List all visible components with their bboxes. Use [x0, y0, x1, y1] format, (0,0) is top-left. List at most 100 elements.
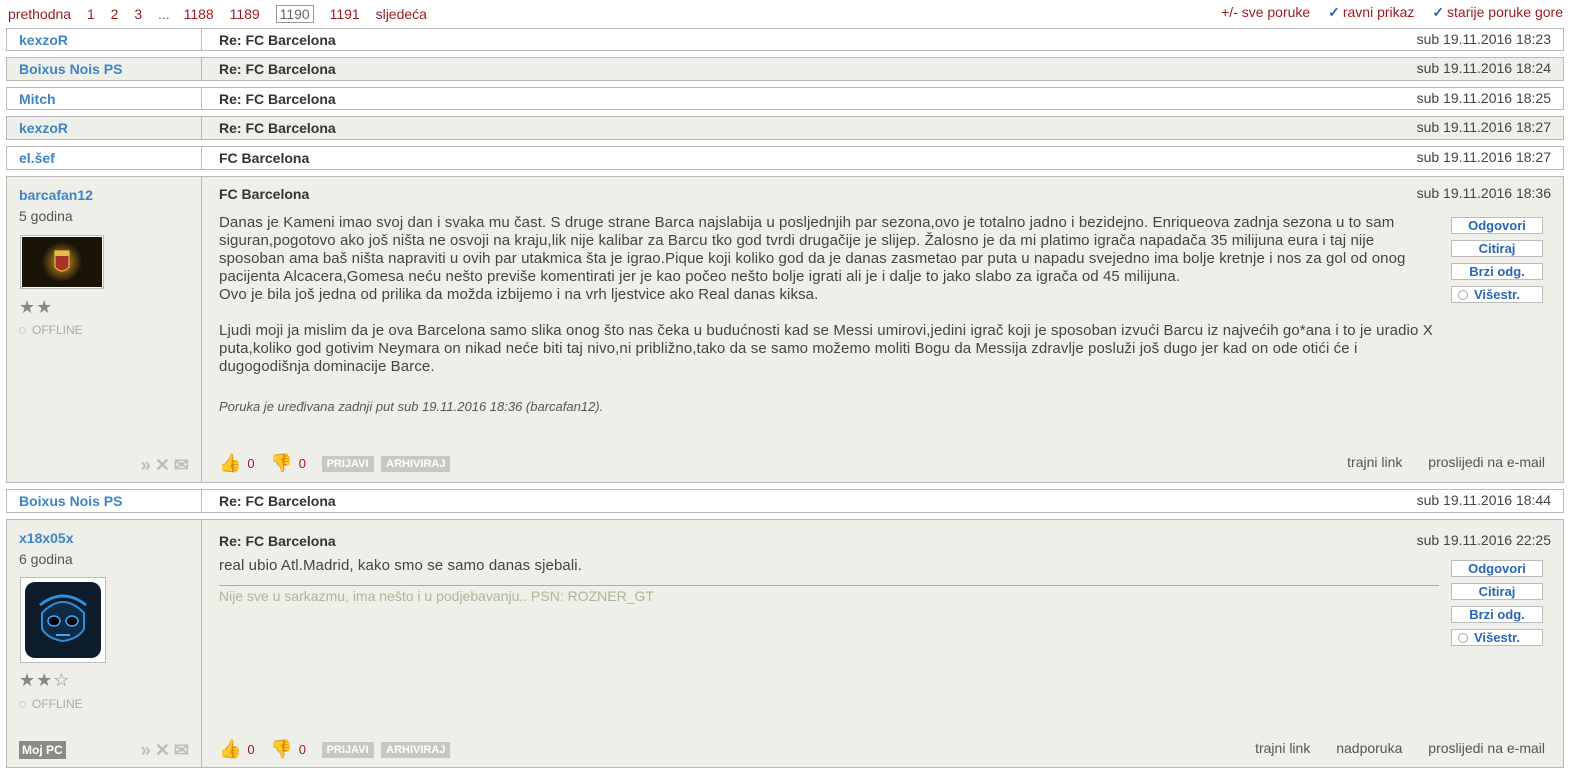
post-actions: 👍 0 👎 0 PRIJAVI ARHIVIRAJ [219, 453, 454, 474]
report-button[interactable]: PRIJAVI [321, 455, 374, 472]
avatar[interactable] [20, 235, 104, 289]
post-links: trajni link proslijedi na e-mail [1325, 454, 1545, 470]
online-status: OFFLINE [19, 323, 83, 337]
pagination-ellipsis: ... [158, 6, 170, 22]
dislike-count: 0 [298, 742, 306, 757]
post-buttons: Odgovori Citiraj Brzi odg. Višestr. [1451, 560, 1543, 652]
pagination: prethodna 1 2 3 ... 1188 1189 1190 1191 … [8, 5, 439, 23]
edit-note: Poruka je uređivana zadnji put sub 19.11… [219, 399, 604, 414]
thumbs-up-icon[interactable]: 👍 [219, 739, 241, 760]
row-date: sub 19.11.2016 18:27 [1416, 149, 1551, 165]
quick-reply-button[interactable]: Brzi odg. [1451, 263, 1543, 280]
row-username[interactable]: Mitch [7, 88, 202, 109]
quick-reply-button[interactable]: Brzi odg. [1451, 606, 1543, 623]
permalink[interactable]: trajni link [1255, 740, 1310, 756]
row-date: sub 19.11.2016 18:23 [1416, 31, 1551, 47]
post-paragraph: Danas je Kameni imao svoj dan i svaka mu… [219, 214, 1406, 285]
row-username[interactable]: kexzoR [7, 117, 202, 139]
toggle-all-messages[interactable]: +/- sve poruke [1221, 4, 1310, 20]
post-buttons: Odgovori Citiraj Brzi odg. Višestr. [1451, 217, 1543, 309]
email-forward-link[interactable]: proslijedi na e-mail [1428, 740, 1545, 756]
check-icon: ✓ [1432, 4, 1445, 20]
mail-icon[interactable]: ✉ [174, 740, 193, 760]
delete-icon[interactable]: ✕ [155, 455, 174, 475]
member-age: 6 godina [19, 551, 73, 567]
row-date: sub 19.11.2016 18:25 [1416, 90, 1551, 106]
thread-row[interactable]: kexzoR Re: FC Barcelona sub 19.11.2016 1… [6, 116, 1564, 140]
post-tool-icons: »✕✉ [141, 740, 193, 761]
thread-row[interactable]: Boixus Nois PS Re: FC Barcelona sub 19.1… [6, 57, 1564, 81]
post-body: Danas je Kameni imao svoj dan i svaka mu… [219, 214, 1441, 376]
my-pc-badge[interactable]: Moj PC [19, 741, 66, 759]
page-link-1[interactable]: 1 [87, 6, 95, 22]
row-subject[interactable]: FC Barcelona [219, 147, 309, 169]
row-subject[interactable]: Re: FC Barcelona [219, 88, 336, 110]
top-bar: prethodna 1 2 3 ... 1188 1189 1190 1191 … [0, 0, 1571, 26]
thread-row[interactable]: Mitch Re: FC Barcelona sub 19.11.2016 18… [6, 87, 1564, 110]
row-username[interactable]: el.šef [7, 147, 202, 169]
page-link-1189[interactable]: 1189 [230, 6, 260, 22]
thread-row[interactable]: kexzoR Re: FC Barcelona sub 19.11.2016 1… [6, 28, 1564, 51]
forum-post: barcafan12 5 godina ★★ OFFLINE »✕✉ FC Ba… [6, 176, 1564, 483]
post-actions: 👍 0 👎 0 PRIJAVI ARHIVIRAJ [219, 739, 454, 760]
page-link-1191[interactable]: 1191 [330, 6, 360, 22]
thumbs-up-icon[interactable]: 👍 [219, 453, 241, 474]
row-date: sub 19.11.2016 18:27 [1416, 119, 1551, 135]
row-username[interactable]: Boixus Nois PS [7, 58, 202, 80]
thread-row[interactable]: el.šef FC Barcelona sub 19.11.2016 18:27 [6, 146, 1564, 170]
multi-quote-button[interactable]: Višestr. [1451, 629, 1543, 646]
author-name[interactable]: x18x05x [19, 530, 74, 546]
like-count: 0 [247, 456, 255, 471]
row-username[interactable]: Boixus Nois PS [7, 490, 202, 512]
page-link-2[interactable]: 2 [111, 6, 119, 22]
delete-icon[interactable]: ✕ [155, 740, 174, 760]
post-author-panel: x18x05x 6 godina ★★☆ OFFLINE Moj PC »✕✉ [7, 520, 202, 767]
author-name[interactable]: barcafan12 [19, 187, 93, 203]
dislike-count: 0 [298, 456, 306, 471]
radio-icon [1458, 633, 1468, 643]
permalink[interactable]: trajni link [1347, 454, 1402, 470]
archive-button[interactable]: ARHIVIRAJ [381, 741, 451, 758]
older-first-option[interactable]: ✓ starije poruke gore [1432, 4, 1563, 20]
avatar[interactable] [20, 577, 106, 663]
prev-page-link[interactable]: prethodna [8, 6, 71, 22]
email-forward-link[interactable]: proslijedi na e-mail [1428, 454, 1545, 470]
archive-button[interactable]: ARHIVIRAJ [381, 455, 451, 472]
quote-button[interactable]: Citiraj [1451, 240, 1543, 257]
like-count: 0 [247, 742, 255, 757]
page-link-1188[interactable]: 1188 [184, 6, 214, 22]
member-age: 5 godina [19, 208, 73, 224]
row-subject[interactable]: Re: FC Barcelona [219, 490, 336, 512]
page-link-3[interactable]: 3 [134, 6, 142, 22]
thumbs-down-icon[interactable]: 👎 [270, 453, 292, 474]
online-status: OFFLINE [19, 697, 83, 711]
user-signature: Nije sve u sarkazmu, ima nešto i u podje… [219, 585, 1439, 604]
forward-icon[interactable]: » [141, 740, 155, 760]
row-username[interactable]: kexzoR [7, 29, 202, 50]
post-paragraph: Ljudi moji ja mislim da je ova Barcelona… [219, 322, 1433, 375]
check-icon: ✓ [1328, 4, 1340, 20]
thread-row[interactable]: Boixus Nois PS Re: FC Barcelona sub 19.1… [6, 489, 1564, 513]
post-date: sub 19.11.2016 22:25 [1416, 532, 1551, 548]
multi-quote-button[interactable]: Višestr. [1451, 286, 1543, 303]
row-subject[interactable]: Re: FC Barcelona [219, 117, 336, 139]
post-body: real ubio Atl.Madrid, kako smo se samo d… [219, 557, 582, 574]
row-subject[interactable]: Re: FC Barcelona [219, 29, 336, 51]
thumbs-down-icon[interactable]: 👎 [270, 739, 292, 760]
flat-view-option[interactable]: ✓ ravni prikaz [1328, 4, 1414, 20]
radio-icon [1458, 290, 1468, 300]
row-date: sub 19.11.2016 18:44 [1416, 492, 1551, 508]
reply-button[interactable]: Odgovori [1451, 560, 1543, 577]
row-date: sub 19.11.2016 18:24 [1416, 60, 1551, 76]
forum-post: x18x05x 6 godina ★★☆ OFFLINE Moj PC »✕✉ … [6, 519, 1564, 768]
quote-button[interactable]: Citiraj [1451, 583, 1543, 600]
post-date: sub 19.11.2016 18:36 [1416, 185, 1551, 201]
parent-post-link[interactable]: nadporuka [1336, 740, 1402, 756]
forward-icon[interactable]: » [141, 455, 155, 475]
row-subject[interactable]: Re: FC Barcelona [219, 58, 336, 80]
mail-icon[interactable]: ✉ [174, 455, 193, 475]
post-tool-icons: »✕✉ [141, 455, 193, 476]
report-button[interactable]: PRIJAVI [321, 741, 374, 758]
next-page-link[interactable]: sljedeća [376, 6, 427, 22]
reply-button[interactable]: Odgovori [1451, 217, 1543, 234]
